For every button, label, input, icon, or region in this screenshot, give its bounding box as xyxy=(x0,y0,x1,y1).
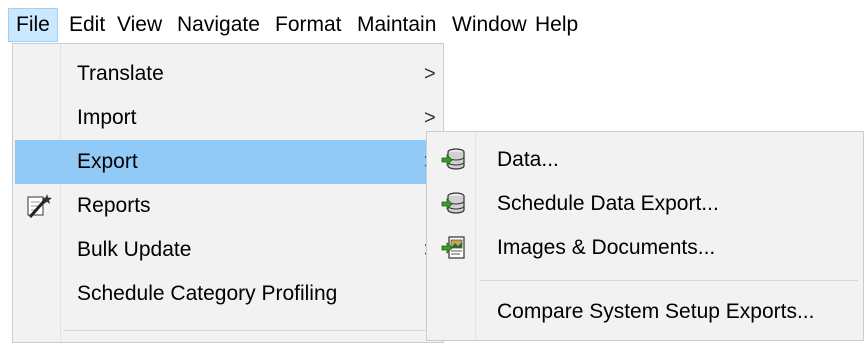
export-submenu-item-compare-system-setup-exports[interactable]: Compare System Setup Exports... xyxy=(429,290,861,334)
database-export-icon xyxy=(441,147,467,173)
magic-wand-icon xyxy=(25,192,53,220)
file-menu-item-bulk-update[interactable]: Bulk Update > xyxy=(15,228,441,272)
submenu-item-label: Images & Documents... xyxy=(497,236,716,259)
menu-window[interactable]: Window xyxy=(445,8,534,42)
file-menu-item-reports[interactable]: Reports xyxy=(15,184,441,228)
menu-help[interactable]: Help xyxy=(528,8,585,42)
menu-item-label: Export xyxy=(77,150,138,173)
menu-item-label: Schedule Category Profiling xyxy=(77,282,338,305)
menu-file[interactable]: File xyxy=(8,8,58,42)
menu-separator xyxy=(63,330,439,331)
file-menu-item-schedule-category-profiling[interactable]: Schedule Category Profiling xyxy=(15,272,441,316)
export-submenu: Data... Schedule Data Export... Images &… xyxy=(426,131,864,341)
images-documents-export-icon xyxy=(441,235,467,261)
submenu-item-label: Compare System Setup Exports... xyxy=(497,300,815,323)
submenu-separator xyxy=(480,280,858,281)
submenu-item-label: Data... xyxy=(497,148,559,171)
export-submenu-item-images-documents[interactable]: Images & Documents... xyxy=(429,226,861,270)
export-submenu-item-data[interactable]: Data... xyxy=(429,138,861,182)
menu-item-label: Reports xyxy=(77,194,151,217)
file-menu-item-translate[interactable]: Translate > xyxy=(15,52,441,96)
menu-maintain[interactable]: Maintain xyxy=(350,8,443,42)
database-schedule-icon xyxy=(441,191,467,217)
file-menu-item-export[interactable]: Export > xyxy=(15,140,441,184)
menu-item-label: Translate xyxy=(77,62,164,85)
file-menu-dropdown: Translate > Import > Export > Reports Bu… xyxy=(12,43,444,343)
menu-format[interactable]: Format xyxy=(268,8,349,42)
file-menu-item-import[interactable]: Import > xyxy=(15,96,441,140)
submenu-item-label: Schedule Data Export... xyxy=(497,192,719,215)
menu-item-label: Bulk Update xyxy=(77,238,192,261)
menu-bar: File Edit View Navigate Format Maintain … xyxy=(0,0,864,48)
menu-item-label: Import xyxy=(77,106,137,129)
submenu-arrow-icon: > xyxy=(424,63,436,85)
menu-navigate[interactable]: Navigate xyxy=(170,8,267,42)
menu-view[interactable]: View xyxy=(110,8,169,42)
menu-edit[interactable]: Edit xyxy=(62,8,112,42)
export-submenu-item-schedule-data-export[interactable]: Schedule Data Export... xyxy=(429,182,861,226)
